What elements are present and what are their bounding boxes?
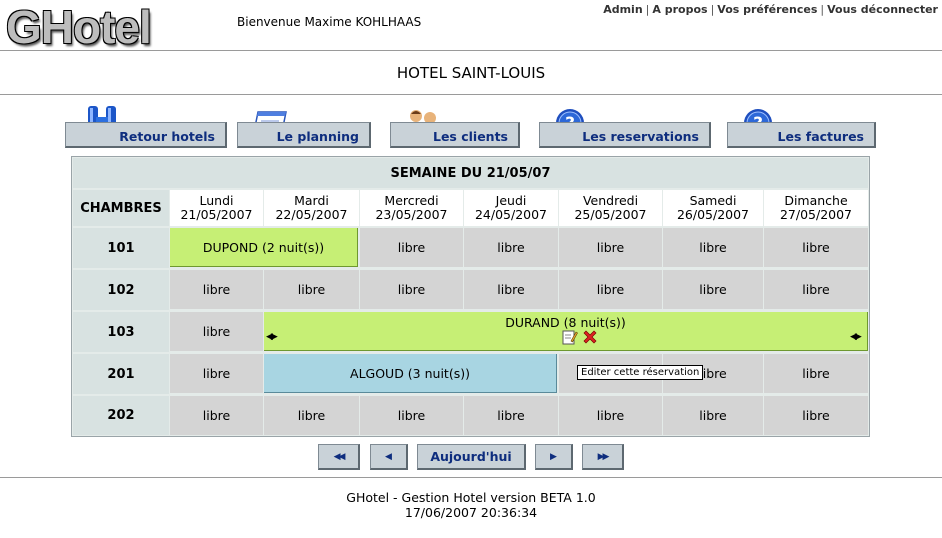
- nav-label: Les clients: [432, 129, 508, 144]
- nav-retour-hotels-button[interactable]: Retour hotels: [65, 122, 227, 148]
- free-cell[interactable]: libre: [559, 270, 662, 309]
- nav-factures-button[interactable]: Les factures: [727, 122, 876, 148]
- today-label: Aujourd'hui: [430, 449, 512, 464]
- day-date: 23/05/2007: [375, 207, 448, 222]
- hotel-title: HOTEL SAINT-LOUIS: [396, 64, 546, 82]
- divider: [0, 50, 942, 51]
- previous-week-button[interactable]: ◀: [370, 444, 408, 470]
- free-cell[interactable]: libre: [170, 396, 263, 435]
- free-cell[interactable]: libre: [764, 354, 868, 393]
- admin-link[interactable]: Admin: [603, 3, 642, 16]
- day-name: Mercredi: [384, 193, 439, 208]
- free-cell[interactable]: libre: [170, 312, 263, 351]
- room-label: 102: [73, 270, 169, 310]
- free-cell[interactable]: libre: [764, 228, 868, 267]
- divider: [0, 94, 942, 95]
- free-cell[interactable]: libre: [264, 270, 359, 309]
- day-header: Mercredi 23/05/2007: [360, 190, 463, 226]
- free-cell[interactable]: libre: [559, 396, 662, 435]
- room-label: 103: [73, 312, 169, 352]
- day-date: 24/05/2007: [474, 207, 548, 222]
- first-week-button[interactable]: ◀◀: [318, 444, 360, 470]
- free-cell[interactable]: libre: [464, 228, 558, 267]
- welcome-text: Bienvenue Maxime KOHLHAAS: [237, 15, 422, 29]
- nav-label: Les reservations: [582, 129, 699, 144]
- preferences-link[interactable]: Vos préférences: [717, 3, 817, 16]
- day-name: Lundi: [199, 193, 234, 208]
- link-separator: |: [820, 3, 825, 16]
- link-separator: |: [645, 3, 650, 16]
- free-cell[interactable]: libre: [663, 396, 763, 435]
- day-header: Jeudi 24/05/2007: [464, 190, 558, 226]
- about-link[interactable]: A propos: [652, 3, 707, 16]
- day-date: 22/05/2007: [275, 207, 348, 222]
- last-week-button[interactable]: ▶▶: [582, 444, 624, 470]
- today-button[interactable]: Aujourd'hui: [417, 444, 526, 470]
- nav-clients-button[interactable]: Les clients: [390, 122, 520, 148]
- free-cell[interactable]: libre: [764, 270, 868, 309]
- room-label: 201: [73, 354, 169, 394]
- day-name: Samedi: [689, 193, 737, 208]
- day-date: 26/05/2007: [676, 207, 750, 222]
- next-week-button[interactable]: ▶: [535, 444, 573, 470]
- free-cell[interactable]: libre: [764, 396, 868, 435]
- free-cell[interactable]: libre: [663, 228, 763, 267]
- edit-icon[interactable]: [562, 329, 578, 349]
- day-header: Samedi 26/05/2007: [663, 190, 763, 226]
- free-cell[interactable]: libre: [663, 270, 763, 309]
- divider: [0, 477, 942, 478]
- right-arrow-icon: ▶: [550, 451, 557, 462]
- day-date: 21/05/2007: [180, 207, 253, 222]
- day-name: Vendredi: [582, 193, 639, 208]
- nav-reservations-button[interactable]: Les reservations: [539, 122, 711, 148]
- free-cell[interactable]: libre: [170, 354, 263, 393]
- footer-timestamp: 17/06/2007 20:36:34: [404, 505, 538, 520]
- reservation-label: DURAND (8 nuit(s)): [505, 315, 626, 330]
- left-arrow-icon: ◀: [385, 451, 392, 462]
- free-cell[interactable]: libre: [170, 270, 263, 309]
- nav-label: Les factures: [777, 129, 864, 144]
- link-separator: |: [710, 3, 715, 16]
- reservation-dupond[interactable]: DUPOND (2 nuit(s)): [170, 228, 358, 267]
- day-date: 27/05/2007: [779, 207, 853, 222]
- top-links: Admin | A propos | Vos préférences | Vous déco…: [603, 3, 938, 16]
- rooms-header: CHAMBRES: [73, 190, 169, 226]
- day-name: Dimanche: [784, 193, 848, 208]
- footer-version: GHotel - Gestion Hotel version BETA 1.0: [346, 490, 596, 505]
- free-cell[interactable]: libre: [464, 396, 558, 435]
- day-header: Vendredi 25/05/2007: [559, 190, 662, 226]
- free-cell[interactable]: libre: [360, 228, 463, 267]
- week-title: SEMAINE DU 21/05/07: [73, 158, 868, 188]
- nav-label: Le planning: [276, 129, 359, 144]
- nav-label: Retour hotels: [119, 129, 215, 144]
- double-right-arrow-icon: ▶▶: [597, 451, 610, 462]
- day-header: Mardi 22/05/2007: [264, 190, 359, 226]
- edit-tooltip: Editer cette réservation: [577, 365, 704, 380]
- nav-planning-button[interactable]: Le planning: [237, 122, 371, 148]
- free-cell[interactable]: libre: [559, 228, 662, 267]
- day-name: Mardi: [294, 193, 329, 208]
- day-name: Jeudi: [495, 193, 527, 208]
- free-cell[interactable]: libre: [360, 396, 463, 435]
- free-cell[interactable]: libre: [464, 270, 558, 309]
- free-cell[interactable]: libre: [360, 270, 463, 309]
- free-cell[interactable]: libre: [264, 396, 359, 435]
- room-label: 202: [73, 396, 169, 435]
- double-left-arrow-icon: ◀◀: [333, 451, 346, 462]
- continues-left-icon: ◀▶: [266, 332, 278, 342]
- day-header: Lundi 21/05/2007: [170, 190, 263, 226]
- day-header: Dimanche 27/05/2007: [764, 190, 868, 226]
- delete-icon[interactable]: [582, 329, 598, 349]
- day-date: 25/05/2007: [574, 207, 647, 222]
- reservation-algoud[interactable]: ALGOUD (3 nuit(s)): [264, 354, 557, 393]
- ghotel-logo: GHotel: [6, 1, 152, 53]
- logout-link[interactable]: Vous déconnecter: [827, 3, 938, 16]
- continues-right-icon: ◀▶: [850, 332, 862, 342]
- room-label: 101: [73, 228, 169, 268]
